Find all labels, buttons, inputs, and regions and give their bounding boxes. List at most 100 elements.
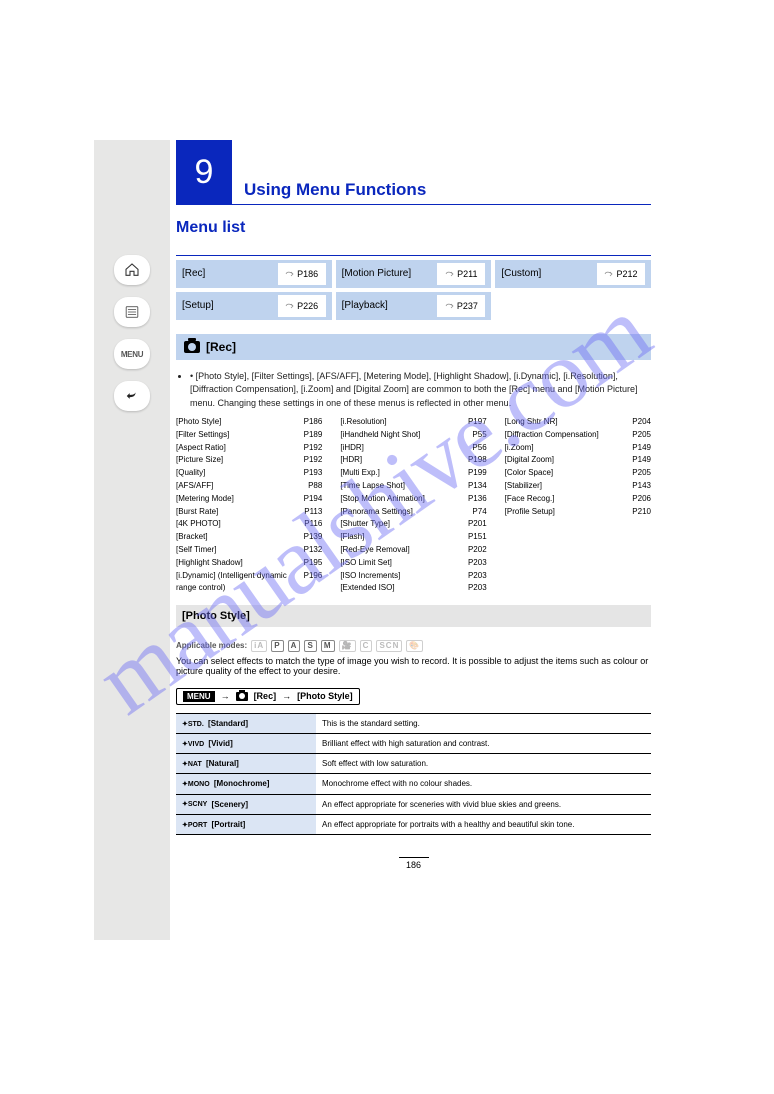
index-row[interactable]: [iHDR]P56 [340,442,486,455]
index-row[interactable]: [iHandheld Night Shot]P55 [340,429,486,442]
index-row[interactable]: [4K PHOTO]P116 [176,518,322,531]
index-page: P194 [300,493,322,506]
index-label: [ISO Limit Set] [340,557,464,570]
index-label: [ISO Increments] [340,570,464,583]
style-cell-left: ✦SCNY [Scenery] [176,794,316,814]
index-row[interactable]: [i.Zoom]P149 [505,442,651,455]
index-page: P88 [300,480,322,493]
page-ref: P212 [597,263,645,285]
menu-link-label: [Playback] [342,300,388,311]
mini-camera-icon [236,692,248,701]
index-row[interactable]: [Quality]P193 [176,467,322,480]
menu-button[interactable]: MENU [114,339,150,369]
index-row[interactable]: [Extended ISO]P203 [340,582,486,595]
menu-link-cell[interactable]: [Setup]P226 [176,292,332,320]
index-label: [Metering Mode] [176,493,300,506]
index-row[interactable]: [Red-Eye Removal]P202 [340,544,486,557]
index-row[interactable]: [Face Recog.]P206 [505,493,651,506]
style-cell-left: ✦NAT [Natural] [176,754,316,774]
index-row[interactable]: [Digital Zoom]P149 [505,454,651,467]
index-page: P143 [629,480,651,493]
chapter-number: 9 [176,140,232,205]
photo-style-description: You can select effects to match the type… [176,656,651,676]
home-button[interactable] [114,255,150,285]
index-page: P196 [300,570,322,596]
menu-link-grid: [Rec] P186 [Motion Picture]P211 [Custom] P21… [176,260,651,320]
page-ref: P226 [278,295,326,317]
index-label: [Flash] [340,531,464,544]
index-label: [Highlight Shadow] [176,557,300,570]
table-row: ✦STD. [Standard]This is the standard set… [176,713,651,733]
index-label: [Shutter Type] [340,518,464,531]
index-row[interactable]: [Picture Size]P192 [176,454,322,467]
index-row[interactable]: [Multi Exp.]P199 [340,467,486,480]
index-page: P55 [465,429,487,442]
index-label: [Multi Exp.] [340,467,464,480]
index-row[interactable]: [Profile Setup]P210 [505,506,651,519]
index-page: P204 [629,416,651,429]
index-page: P201 [465,518,487,531]
rec-section-title: [Rec] [206,340,236,354]
index-row[interactable]: [Diffraction Compensation]P205 [505,429,651,442]
index-label: [Burst Rate] [176,506,300,519]
index-label: [Panorama Settings] [340,506,464,519]
index-page: P192 [300,442,322,455]
index-row[interactable]: [Highlight Shadow]P195 [176,557,322,570]
table-row: ✦SCNY [Scenery]An effect appropriate for… [176,794,651,814]
style-cell-left: ✦MONO [Monochrome] [176,774,316,794]
menu-link-label: [Custom] [501,268,541,279]
index-label: [Red-Eye Removal] [340,544,464,557]
sidebar: MENU [94,140,170,940]
rec-index-columns: [Photo Style]P186[Filter Settings]P189[A… [176,416,651,595]
index-page: P203 [465,582,487,595]
index-row[interactable]: [Time Lapse Shot]P134 [340,480,486,493]
index-page: P206 [629,493,651,506]
index-row[interactable]: [AFS/AFF]P88 [176,480,322,493]
menu-link-label: [Rec] [182,268,205,279]
index-page: P205 [629,467,651,480]
menu-path-item: [Photo Style] [297,691,353,701]
index-row[interactable]: [Metering Mode]P194 [176,493,322,506]
index-row[interactable]: [Aspect Ratio]P192 [176,442,322,455]
index-row[interactable]: [Color Space]P205 [505,467,651,480]
index-row[interactable]: [Self Timer]P132 [176,544,322,557]
applicable-modes-label: Applicable modes: [176,641,247,650]
index-row[interactable]: [Burst Rate]P113 [176,506,322,519]
menu-link-cell[interactable]: [Rec] P186 [176,260,332,288]
chapter-title: Using Menu Functions [244,180,651,200]
index-page: P134 [465,480,487,493]
index-row[interactable]: [Flash]P151 [340,531,486,544]
chapter-header: 9 Using Menu Functions [176,140,651,205]
page-content: 9 Using Menu Functions Menu list [Rec]P1… [176,140,651,870]
index-page: P132 [300,544,322,557]
index-page: P186 [300,416,322,429]
menu-link-cell[interactable]: [Custom] P212 [495,260,651,288]
index-row[interactable]: [Long Shtr NR]P204 [505,416,651,429]
page-ref: P186 [278,263,326,285]
index-row[interactable]: [Photo Style]P186 [176,416,322,429]
back-button[interactable] [114,381,150,411]
index-row[interactable]: [i.Resolution]P197 [340,416,486,429]
index-row[interactable]: [HDR]P198 [340,454,486,467]
index-row[interactable]: [Stabilizer]P143 [505,480,651,493]
menu-link-label: [Motion Picture] [342,268,411,279]
index-row[interactable]: [Bracket]P139 [176,531,322,544]
index-label: [Diffraction Compensation] [505,429,629,442]
index-row[interactable]: [i.Dynamic] (Intelligent dynamic range c… [176,570,322,596]
index-page: P189 [300,429,322,442]
index-label: [i.Zoom] [505,442,629,455]
arrow-icon: → [221,691,230,701]
index-row[interactable]: [Shutter Type]P201 [340,518,486,531]
index-row[interactable]: [ISO Limit Set]P203 [340,557,486,570]
index-row[interactable]: [Panorama Settings]P74 [340,506,486,519]
menu-link-cell[interactable]: [Motion Picture]P211 [336,260,492,288]
index-label: [Stabilizer] [505,480,629,493]
index-row[interactable]: [Stop Motion Animation]P136 [340,493,486,506]
menu-link-cell[interactable]: [Playback] P237 [336,292,492,320]
menu-tag: MENU [183,691,215,702]
contents-button[interactable] [114,297,150,327]
index-row[interactable]: [Filter Settings]P189 [176,429,322,442]
index-label: [HDR] [340,454,464,467]
index-row[interactable]: [ISO Increments]P203 [340,570,486,583]
page-ref: P237 [437,295,485,317]
